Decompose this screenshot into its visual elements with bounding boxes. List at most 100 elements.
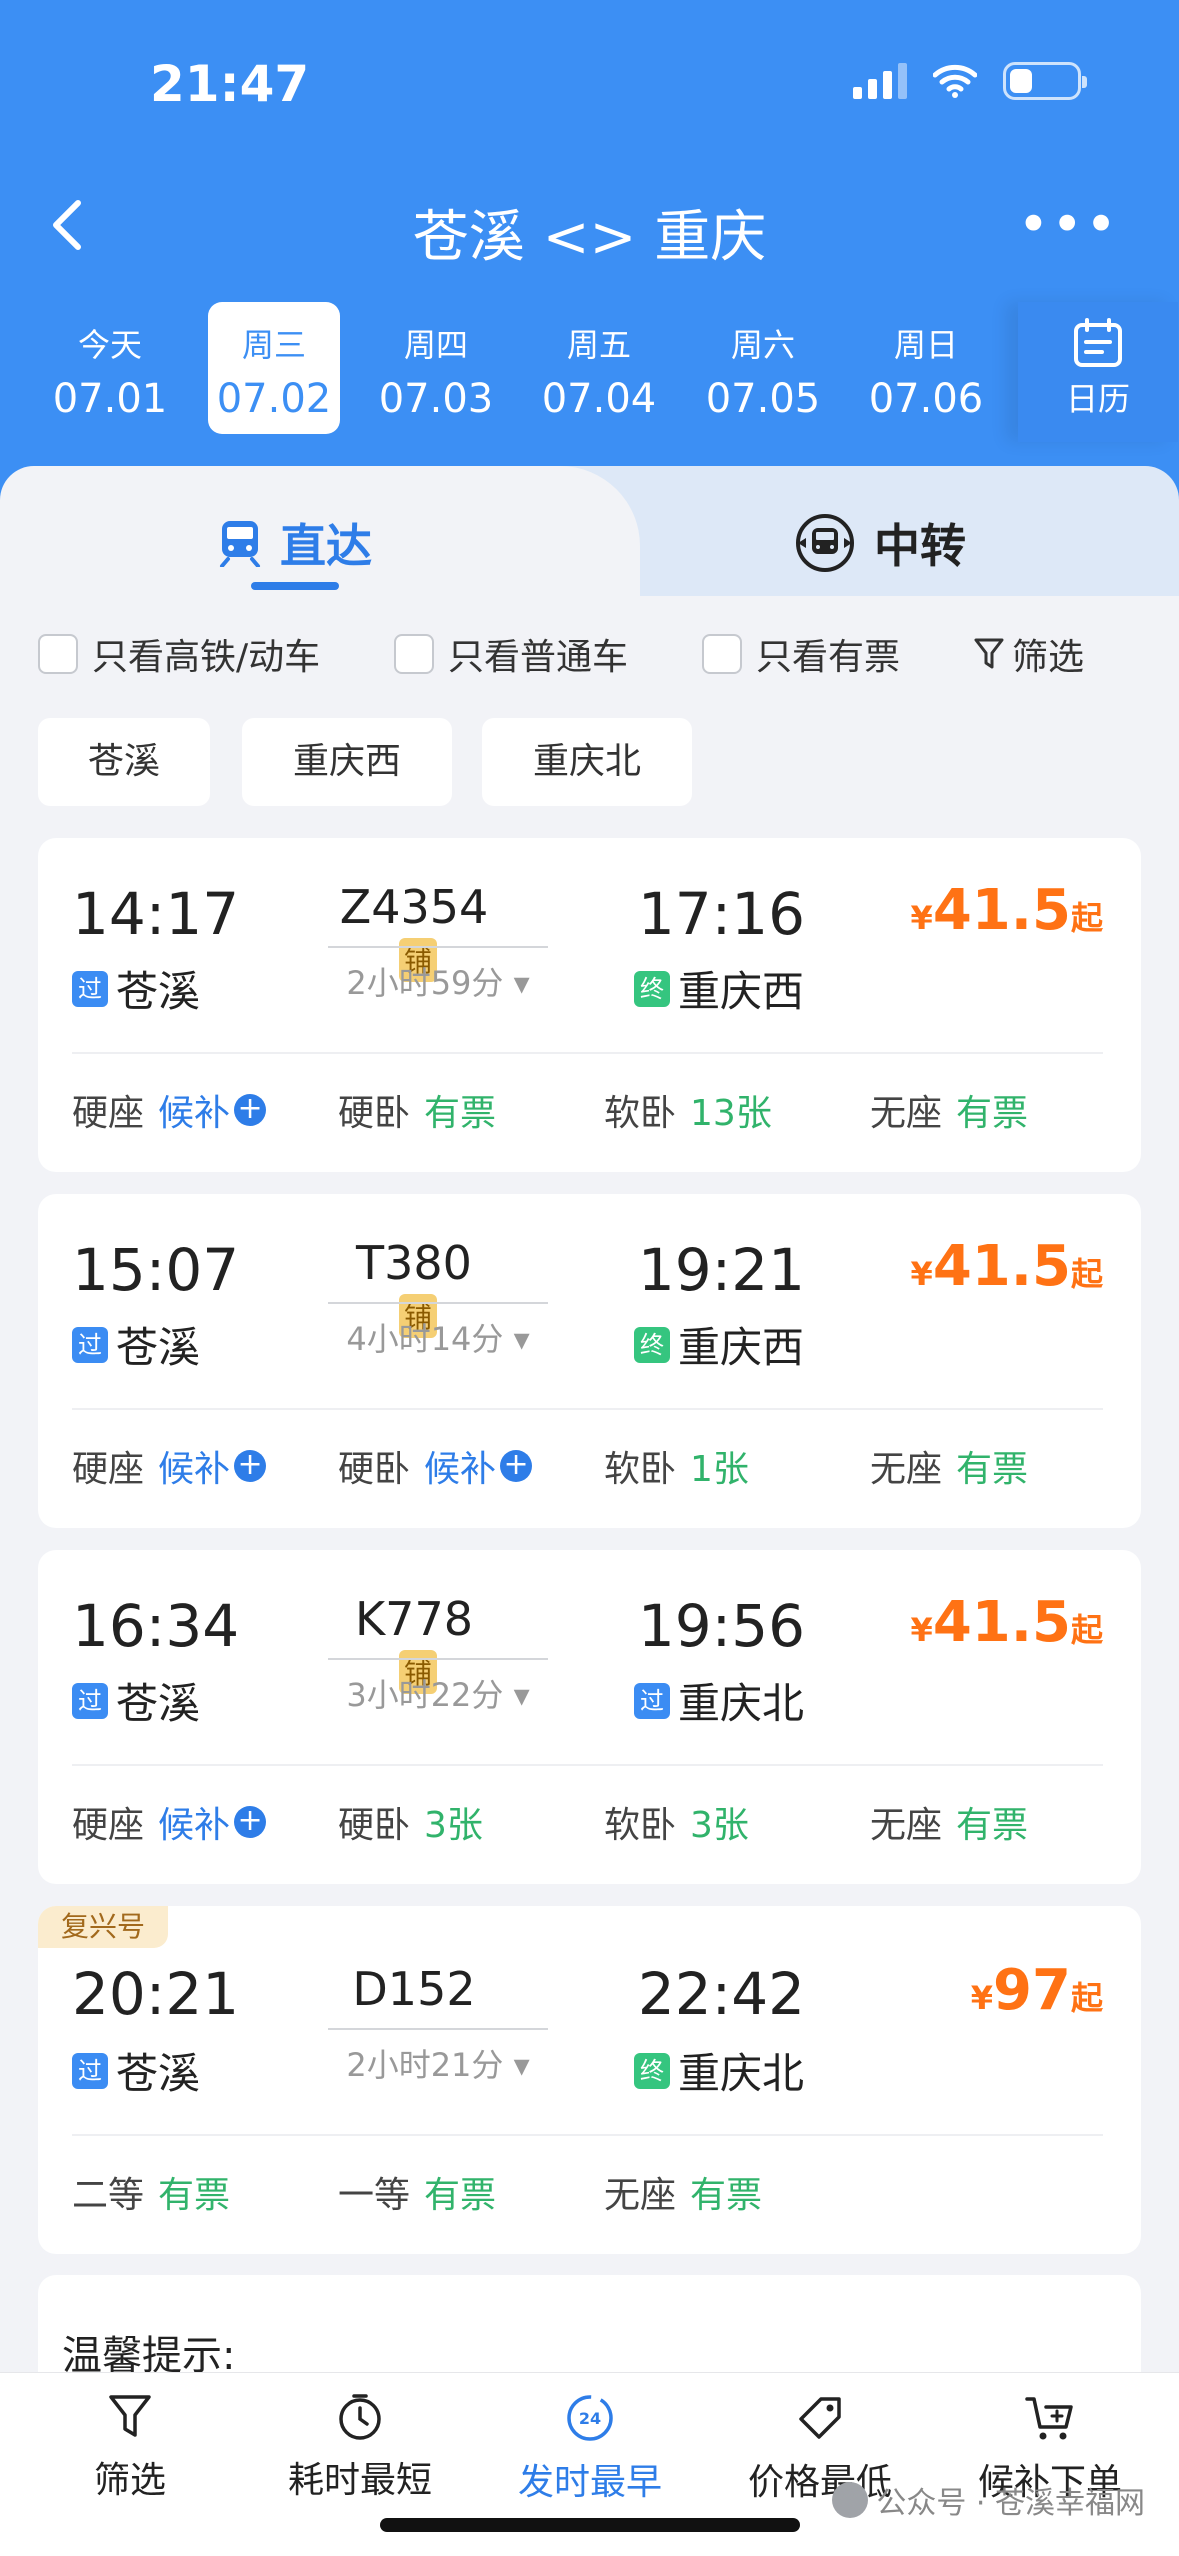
plus-icon[interactable]: +	[234, 1094, 267, 1126]
seat-status: 候补	[158, 1449, 231, 1490]
price-suffix: 起	[1070, 899, 1103, 937]
calendar-label: 日历	[1065, 380, 1130, 418]
date-item[interactable]: 周五 07.04	[533, 302, 665, 434]
duration[interactable]: 2小时21分 ▾	[328, 2040, 548, 2086]
price: ¥41.5起	[911, 1590, 1103, 1655]
date-item[interactable]: 今天 07.01	[44, 302, 176, 434]
more-menu-button[interactable]: •••	[1017, 198, 1119, 252]
departure-time: 15:07	[72, 1236, 240, 1304]
seat-name: 软卧	[604, 1449, 677, 1490]
arrival-time: 19:21	[637, 1236, 805, 1304]
station-chip[interactable]: 苍溪	[38, 718, 210, 806]
checkbox-high-speed[interactable]: 只看高铁/动车	[38, 628, 320, 680]
seat-status: 有票	[956, 1449, 1029, 1490]
waitlist-status[interactable]: 候补 +	[158, 1796, 267, 1848]
date-item-selected[interactable]: 周三 07.02	[208, 302, 340, 434]
clock-icon	[339, 2394, 381, 2440]
departure-station: 过苍溪	[72, 2040, 200, 2101]
plus-icon[interactable]: +	[234, 1450, 267, 1482]
waitlist-status[interactable]: 候补 +	[158, 1440, 267, 1492]
seat-name: 硬座	[72, 1093, 145, 1134]
plus-icon[interactable]: +	[234, 1806, 267, 1838]
calendar-button[interactable]: 日历	[1018, 302, 1178, 442]
train-card[interactable]: 复兴号 20:21 D152 2小时21分 ▾ 22:42 ¥97起 过苍溪 终…	[38, 1906, 1141, 2254]
divider	[72, 1764, 1103, 1766]
pass-tag: 过	[72, 1682, 108, 1719]
station-name: 苍溪	[116, 2049, 201, 2098]
departure-station: 过苍溪	[72, 958, 200, 1019]
divider	[72, 2134, 1103, 2136]
checkbox[interactable]	[38, 634, 78, 674]
divider	[72, 1052, 1103, 1054]
filter-icon	[974, 638, 1004, 669]
caret-down-icon: ▾	[513, 2046, 530, 2084]
cart-plus-icon	[1025, 2397, 1073, 2440]
duration-text: 2小时59分	[346, 964, 504, 1002]
duration[interactable]: 4小时14分 ▾	[328, 1314, 548, 1360]
duration-line	[328, 946, 548, 948]
duration-line	[328, 1302, 548, 1304]
date-item[interactable]: 周六 07.05	[697, 302, 829, 434]
seat-name: 无座	[870, 1093, 943, 1134]
date-value: 07.05	[705, 376, 821, 422]
bottom-item-label: 筛选	[93, 2460, 166, 2501]
seat-status: 3张	[690, 1805, 749, 1846]
transfer-train-icon	[796, 514, 854, 572]
currency-symbol: ¥	[910, 899, 933, 937]
checkbox-available-only[interactable]: 只看有票	[702, 628, 900, 680]
tab-direct[interactable]: 直达	[218, 510, 372, 576]
price-suffix: 起	[1070, 1611, 1103, 1649]
terminal-tag: 终	[634, 970, 670, 1007]
waitlist-status[interactable]: 候补 +	[424, 1440, 533, 1492]
seat-name: 无座	[604, 2175, 677, 2216]
train-card[interactable]: 14:17 Z4354铺 2小时59分 ▾ 17:16 ¥41.5起 过苍溪 终…	[38, 838, 1141, 1172]
duration[interactable]: 2小时59分 ▾	[328, 958, 548, 1004]
train-card[interactable]: 16:34 K778铺 3小时22分 ▾ 19:56 ¥41.5起 过苍溪 过重…	[38, 1550, 1141, 1884]
seat-name: 硬卧	[338, 1093, 411, 1134]
caret-down-icon: ▾	[513, 1320, 530, 1358]
train-number-text: K778	[355, 1592, 473, 1646]
date-item[interactable]: 周四 07.03	[370, 302, 502, 434]
status-icons	[853, 62, 1087, 100]
tab-transfer[interactable]: 中转	[794, 510, 966, 576]
caret-down-icon: ▾	[513, 964, 530, 1002]
price-value: 41.5	[932, 1590, 1071, 1655]
seat-info: 无座 有票	[870, 1084, 1028, 1136]
station-name: 重庆西	[678, 1323, 805, 1372]
currency-symbol: ¥	[910, 1255, 933, 1293]
seat-status: 有票	[956, 1093, 1029, 1134]
duration[interactable]: 3小时22分 ▾	[328, 1670, 548, 1716]
station-chip[interactable]: 重庆北	[482, 718, 692, 806]
bottom-shortest-button[interactable]: 耗时最短	[245, 2393, 475, 2503]
arrival-time: 22:42	[637, 1960, 805, 2028]
checkbox[interactable]	[702, 634, 742, 674]
train-card[interactable]: 15:07 T380铺 4小时14分 ▾ 19:21 ¥41.5起 过苍溪 终重…	[38, 1194, 1141, 1528]
filter-button[interactable]: 筛选	[974, 628, 1084, 680]
waitlist-status[interactable]: 候补 +	[158, 1084, 267, 1136]
date-value: 07.02	[216, 376, 332, 422]
station-name: 苍溪	[116, 967, 201, 1016]
bottom-filter-button[interactable]: 筛选	[15, 2393, 245, 2503]
date-item[interactable]: 周日 07.06	[860, 302, 992, 434]
caret-down-icon: ▾	[513, 1676, 530, 1714]
seat-name: 软卧	[604, 1093, 677, 1134]
date-value: 07.01	[52, 376, 168, 422]
plus-icon[interactable]: +	[500, 1450, 533, 1482]
arrival-station: 终重庆西	[634, 1314, 804, 1375]
bottom-earliest-button[interactable]: 24 发时最早	[475, 2393, 705, 2505]
checkbox[interactable]	[394, 634, 434, 674]
station-name: 重庆北	[678, 2049, 805, 2098]
seat-name: 硬卧	[338, 1805, 411, 1846]
date-weekday: 周五	[566, 326, 631, 364]
checkbox-normal-train[interactable]: 只看普通车	[394, 628, 628, 680]
checkbox-label: 只看普通车	[448, 637, 629, 678]
date-weekday: 周六	[730, 326, 795, 364]
station-name: 苍溪	[116, 1679, 201, 1728]
station-chip[interactable]: 重庆西	[242, 718, 452, 806]
tab-direct-label: 直达	[280, 519, 372, 573]
seat-info: 无座 有票	[870, 1796, 1028, 1848]
filter-row: 只看高铁/动车 只看普通车 只看有票 筛选	[38, 628, 1148, 684]
header: 21:47 苍溪 <> 重庆 ••• 今天 07.01 周三 07.02 周四 …	[0, 0, 1179, 520]
bottom-item-label: 耗时最短	[287, 2460, 432, 2501]
departure-time: 20:21	[72, 1960, 240, 2028]
